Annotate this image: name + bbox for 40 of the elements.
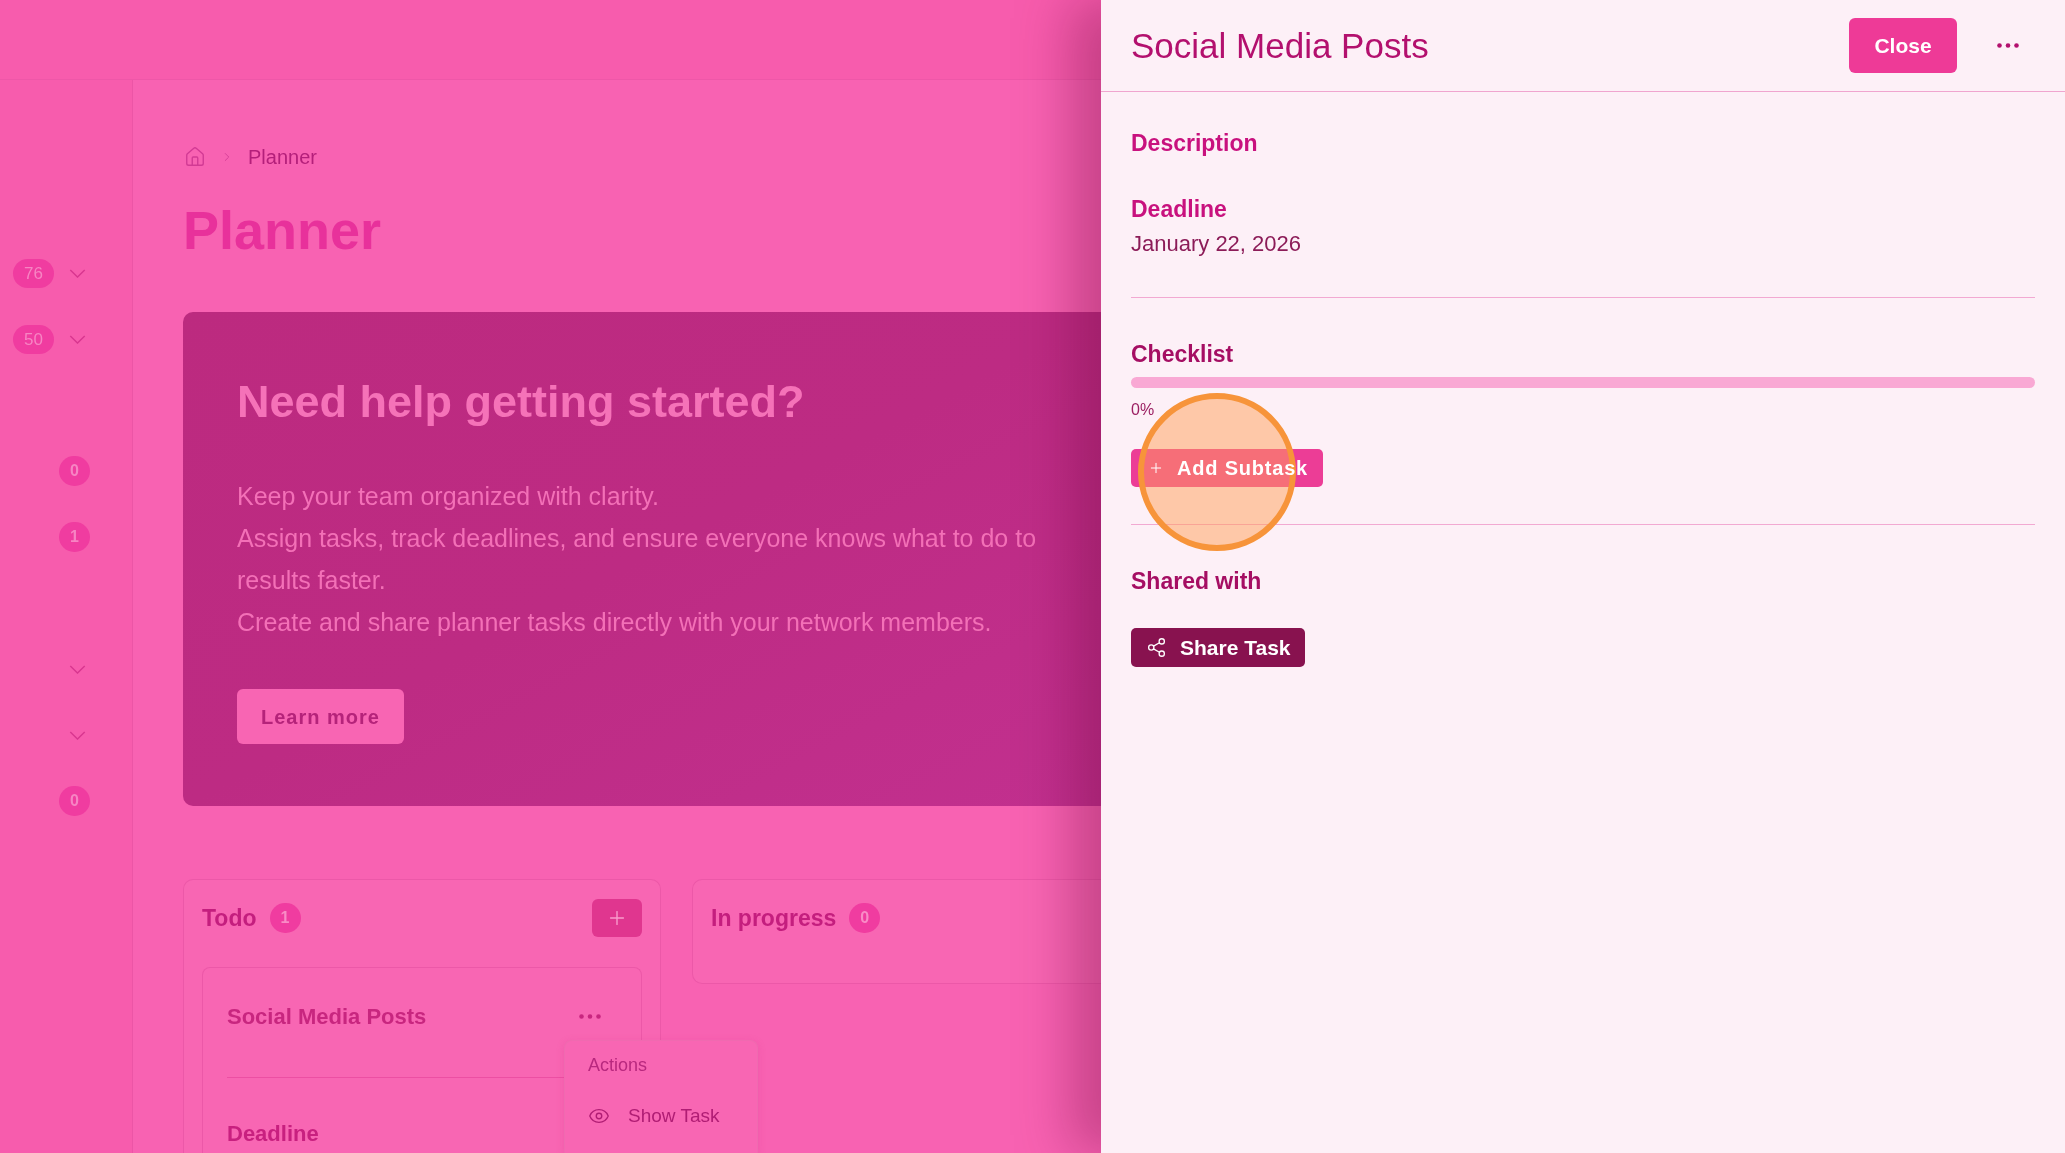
count-badge: 0 <box>59 786 90 816</box>
chevron-down-icon[interactable] <box>69 268 86 278</box>
section-heading: Description <box>1131 129 1258 157</box>
banner-text: Create and share planner tasks directly with your network members. <box>237 607 992 638</box>
chevron-down-icon[interactable] <box>69 334 86 344</box>
chevron-down-icon[interactable] <box>69 664 86 674</box>
count-badge: 1 <box>269 903 301 933</box>
section-heading: Checklist <box>1131 340 1234 368</box>
count-badge: 0 <box>59 456 90 486</box>
count-badge: 1 <box>59 522 90 552</box>
menu-heading: Actions <box>588 1054 648 1077</box>
home-icon[interactable] <box>184 146 206 168</box>
deadline-value: January 22, 2026 <box>1131 230 1302 258</box>
count-badge: 0 <box>849 903 881 933</box>
column-title: Todo <box>202 903 257 933</box>
breadcrumb-item: Planner <box>248 145 317 170</box>
learn-more-button[interactable]: Learn more <box>237 689 404 744</box>
menu-item[interactable]: Show Task <box>588 1103 720 1129</box>
share-task-button[interactable]: Share Task <box>1131 628 1305 667</box>
add-subtask-button[interactable]: Add Subtask <box>1131 449 1324 487</box>
section-heading: Deadline <box>1131 195 1227 223</box>
add-task-button[interactable] <box>592 899 642 937</box>
chevron-down-icon[interactable] <box>69 730 86 740</box>
count-badge: 76 <box>13 258 54 288</box>
field-label: Deadline <box>227 1120 319 1148</box>
banner-text: results faster. <box>237 565 386 596</box>
share-icon <box>1146 637 1167 658</box>
section-heading: Shared with <box>1131 567 1262 595</box>
banner-text: Assign tasks, track deadlines, and ensure everyone knows what to do to <box>237 523 1037 554</box>
close-button[interactable]: Close <box>1849 18 1957 73</box>
plus-icon <box>1148 460 1164 476</box>
column-title: In progress <box>711 903 837 933</box>
banner-title: Need help getting started? <box>237 375 805 429</box>
panel-title: Social Media Posts <box>1131 24 1429 67</box>
banner-text: Keep your team organized with clarity. <box>237 481 659 512</box>
more-icon[interactable] <box>1996 43 2020 48</box>
count-badge: 50 <box>13 324 54 354</box>
menu-item-label: Show Task <box>628 1104 720 1128</box>
progress-reading: 0% <box>1131 400 1155 420</box>
task-title: Social Media Posts <box>227 1002 427 1031</box>
